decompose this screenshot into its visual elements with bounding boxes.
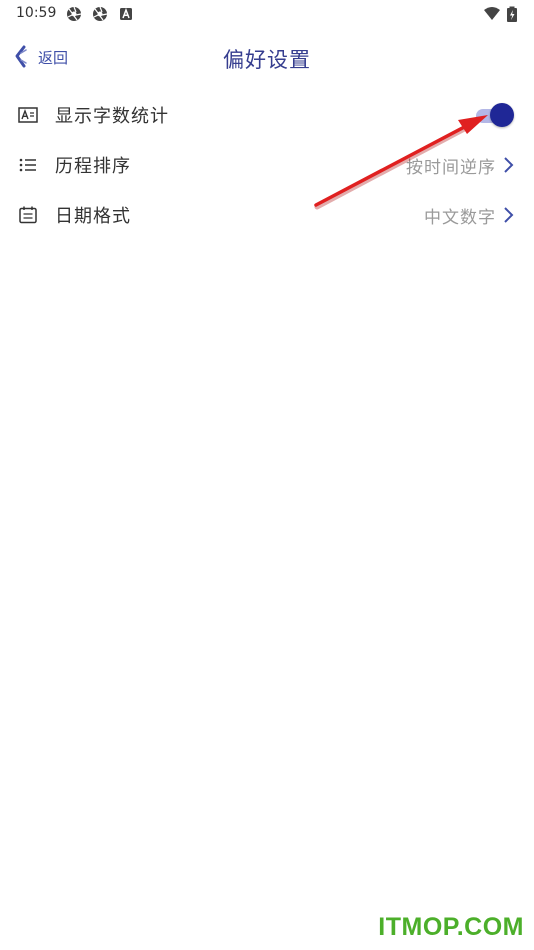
setting-label: 显示字数统计 [55, 106, 169, 127]
setting-date-format[interactable]: 日期格式 中文数字 [0, 190, 534, 240]
status-bar: 10:59 [0, 0, 534, 28]
wifi-icon [484, 7, 500, 20]
status-time: 10:59 [16, 5, 57, 21]
header: 返回 偏好设置 [0, 34, 534, 80]
setting-history-order[interactable]: 历程排序 按时间逆序 [0, 140, 534, 190]
a-letter-icon [120, 7, 132, 20]
shutter-icon [93, 6, 108, 21]
settings-list: 显示字数统计 历程排序 按时间逆序 日期格式 中文数字 [0, 90, 534, 240]
setting-word-count[interactable]: 显示字数统计 [0, 90, 534, 140]
chevron-right-icon [504, 207, 514, 223]
shutter-icon [67, 6, 82, 21]
text-count-icon [18, 107, 38, 123]
battery-charging-icon [507, 6, 517, 22]
list-icon [19, 158, 36, 172]
page-title: 偏好设置 [223, 48, 311, 72]
preferences-screen: 10:59 返回 偏好设置 显示字数统计 历程排序 按时间逆序 日期格式 中文数… [0, 0, 534, 950]
setting-value: 按时间逆序 [406, 157, 496, 178]
word-count-toggle[interactable] [474, 103, 514, 127]
setting-value: 中文数字 [424, 207, 496, 228]
setting-label: 日期格式 [55, 206, 131, 227]
chevron-right-icon [504, 157, 514, 173]
calendar-icon [19, 206, 37, 224]
watermark-logo: ITMOP.COM [378, 913, 524, 941]
toggle-thumb [490, 103, 514, 127]
setting-label: 历程排序 [55, 156, 131, 177]
